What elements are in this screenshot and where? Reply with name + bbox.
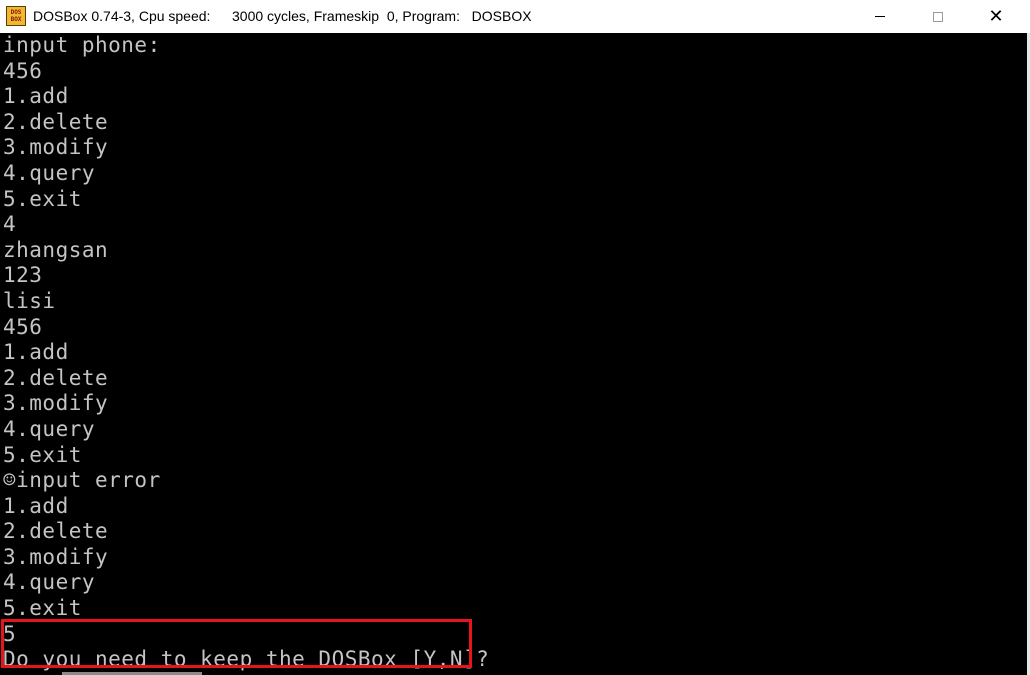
close-icon: ✕ bbox=[988, 5, 1004, 27]
console-line: input phone: bbox=[3, 33, 161, 57]
console-line: 4.query bbox=[3, 570, 96, 595]
maximize-button[interactable] bbox=[909, 0, 967, 33]
console-line: 5.exit bbox=[3, 442, 82, 467]
minimize-button[interactable] bbox=[851, 0, 909, 33]
console-line: 2.delete bbox=[3, 365, 109, 390]
console-output: input phone: 456 1.add 2.delete 3.modify 4.qu… bbox=[3, 33, 489, 673]
console-line: 3.modify bbox=[3, 544, 109, 569]
console-line: zhangsan bbox=[3, 237, 109, 262]
console-line: 4 bbox=[3, 212, 17, 237]
icon-label-top: DOS bbox=[10, 9, 22, 16]
console-line: 4.query bbox=[3, 160, 96, 185]
console-line: 3.modify bbox=[3, 391, 109, 416]
maximize-icon bbox=[933, 11, 943, 22]
console-screen[interactable]: input phone: 456 1.add 2.delete 3.modify 4.qu… bbox=[0, 33, 1027, 675]
console-line: 2.delete bbox=[3, 109, 109, 134]
console-line: 4.query bbox=[3, 416, 96, 441]
console-line: 5.exit bbox=[3, 186, 82, 211]
console-line: 5.exit bbox=[3, 596, 82, 621]
console-line: ☺input error bbox=[3, 468, 161, 493]
console-line: 5 bbox=[3, 621, 17, 646]
icon-label-bottom: BOX bbox=[10, 16, 22, 23]
dosbox-window: DOS BOX DOSBox 0.74-3, Cpu speed: 3000 c… bbox=[0, 0, 1030, 675]
console-line: 1.add bbox=[3, 493, 69, 518]
close-button[interactable]: ✕ bbox=[967, 0, 1025, 33]
console-line: lisi bbox=[3, 288, 56, 313]
console-line: 3.modify bbox=[3, 135, 109, 160]
window-title: DOSBox 0.74-3, Cpu speed: bbox=[33, 8, 211, 24]
console-line: Do you need to keep the DOSBox [Y,N]? bbox=[3, 647, 490, 672]
console-line: 2.delete bbox=[3, 519, 109, 544]
title-bar[interactable]: DOS BOX DOSBox 0.74-3, Cpu speed: 3000 c… bbox=[0, 0, 1030, 33]
console-line: 456 bbox=[3, 58, 43, 83]
console-line: 1.add bbox=[3, 340, 69, 365]
console-line: 123 bbox=[3, 263, 43, 288]
cpu-stats: 3000 cycles, Frameskip 0, Program: DOSBO… bbox=[232, 8, 532, 24]
console-line: 1.add bbox=[3, 84, 69, 109]
minimize-icon bbox=[875, 16, 885, 17]
dosbox-icon: DOS BOX bbox=[6, 6, 26, 26]
console-line: 456 bbox=[3, 314, 43, 339]
